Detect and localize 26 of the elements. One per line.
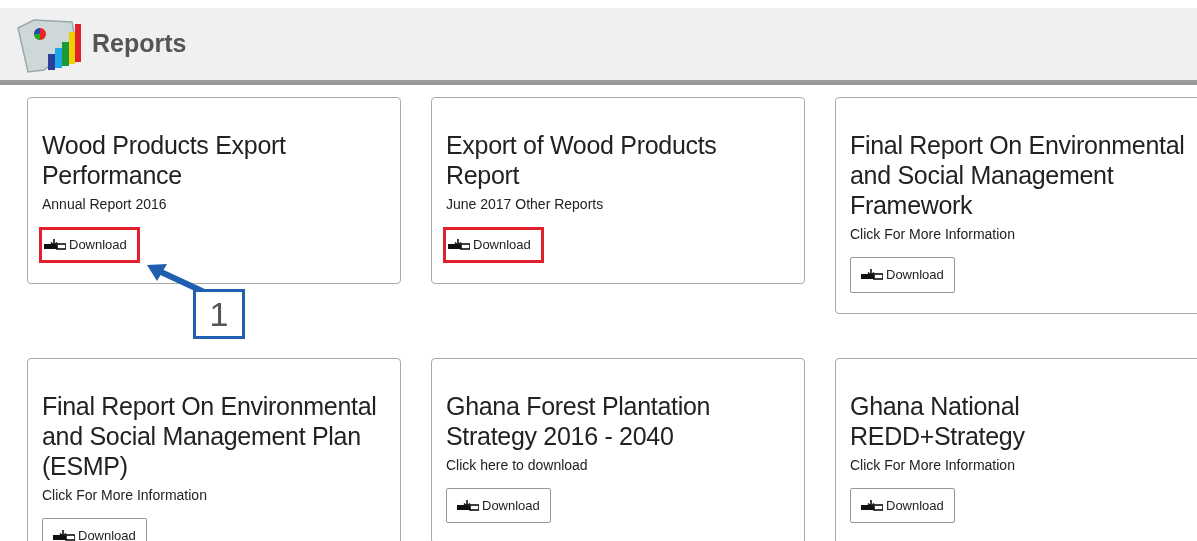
- report-subtitle: Click here to download: [446, 455, 589, 475]
- report-subtitle: Annual Report 2016: [42, 195, 168, 214]
- download-button[interactable]: Download: [446, 487, 551, 523]
- download-button[interactable]: Download: [850, 257, 955, 293]
- report-subtitle: June 2017 Other Reports: [446, 195, 605, 214]
- report-subtitle: Click For More Information: [850, 455, 1016, 475]
- callout-number: 1: [193, 289, 245, 339]
- report-subtitle: Click For More Information: [42, 485, 208, 505]
- report-title: Final Report On Environmental and Social Management Plan (ESMP): [42, 390, 378, 481]
- download-icon: [861, 499, 883, 511]
- download-button[interactable]: Download: [850, 487, 955, 523]
- report-title: Final Report On Environmental and Social Management Framework: [850, 130, 1186, 220]
- download-icon: [861, 269, 883, 281]
- report-title: Export of Wood Products Report: [446, 130, 718, 190]
- report-title: Ghana National REDD+Strategy: [850, 390, 1026, 451]
- download-button[interactable]: Download: [42, 517, 147, 541]
- download-icon: [448, 239, 470, 251]
- download-icon: [44, 239, 66, 251]
- download-icon: [53, 529, 75, 541]
- report-subtitle: Click For More Information: [850, 225, 1016, 244]
- report-title: Wood Products Export Performance: [42, 130, 287, 190]
- page-title: Reports: [92, 28, 187, 60]
- download-button[interactable]: Download: [39, 227, 140, 263]
- download-button[interactable]: Download: [443, 227, 544, 263]
- download-icon: [457, 499, 479, 511]
- report-title: Ghana Forest Plantation Strategy 2016 - 2040: [446, 390, 712, 451]
